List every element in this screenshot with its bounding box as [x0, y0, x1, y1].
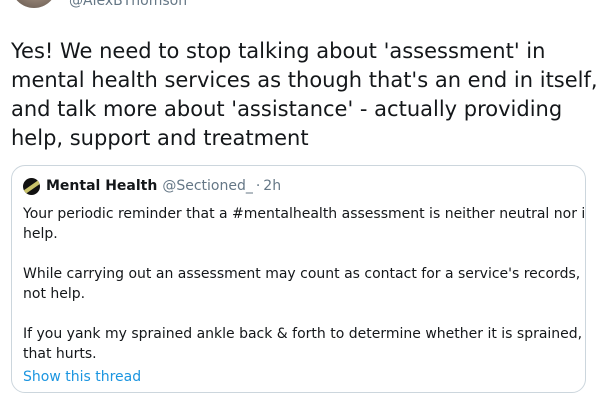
tweet-text-line: help, support and treatment — [11, 126, 309, 150]
quoted-line: not help. — [23, 286, 86, 302]
author-handle[interactable]: @AlexBThomson — [69, 0, 187, 10]
author-avatar[interactable] — [11, 0, 57, 8]
quoted-paragraph: Your periodic reminder that a #mentalhea… — [23, 204, 586, 244]
quoted-paragraph: If you yank my sprained ankle back & for… — [23, 324, 583, 364]
tweet-text: Yes! We need to stop talking about 'asse… — [11, 37, 598, 153]
tweet-text-line: Yes! We need to stop talking about 'asse… — [11, 39, 546, 63]
tweet-text-line: and talk more about 'assistance' - actua… — [11, 97, 563, 121]
quoted-tweet[interactable]: Mental Health @Sectioned_ · 2h Your peri… — [11, 165, 586, 393]
quoted-line: Your periodic reminder that a #mentalhea… — [23, 206, 586, 222]
quoted-author-handle: @Sectioned_ — [162, 178, 253, 194]
quoted-line: help. — [23, 226, 58, 242]
quoted-line: While carrying out an assessment may cou… — [23, 266, 586, 282]
tweet-text-line: mental health services as though that's … — [11, 68, 598, 92]
show-thread-link[interactable]: Show this thread — [23, 368, 141, 386]
quoted-timestamp: 2h — [263, 178, 282, 194]
quoted-line: If you yank my sprained ankle back & for… — [23, 326, 583, 342]
quoted-separator: · — [255, 178, 261, 194]
quoted-tweet-body: Your periodic reminder that a #mentalhea… — [23, 204, 586, 384]
tweet: @AlexBThomson Yes! We need to stop talki… — [0, 0, 600, 400]
quoted-paragraph: While carrying out an assessment may cou… — [23, 264, 586, 304]
quoted-author-avatar — [23, 177, 40, 195]
quoted-tweet-header: Mental Health @Sectioned_ · 2h — [23, 176, 281, 196]
quoted-line: that hurts. — [23, 346, 97, 362]
quoted-author-name: Mental Health — [46, 178, 158, 194]
